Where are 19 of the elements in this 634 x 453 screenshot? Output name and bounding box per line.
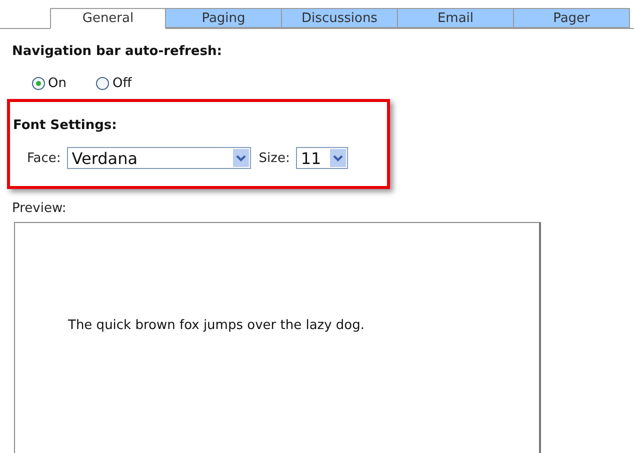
radio-icon[interactable] [32, 77, 45, 90]
tab[interactable]: General [50, 8, 166, 29]
face-dropdown[interactable]: Verdana [66, 147, 251, 169]
preview-label: Preview: [12, 201, 66, 216]
radio-option[interactable]: Off [96, 76, 132, 91]
tab[interactable]: Pager [514, 8, 630, 28]
radio-icon[interactable] [96, 77, 110, 90]
tab[interactable]: Discussions [282, 8, 398, 28]
preview-text: The quick brown fox jumps over the lazy dog. [68, 318, 365, 333]
field-label: Size: [258, 150, 290, 166]
section-heading: Navigation bar auto-refresh: [12, 44, 222, 59]
radio-option[interactable]: On [32, 76, 66, 91]
caret-icon [330, 149, 346, 167]
size-dropdown[interactable]: 11 [296, 147, 348, 169]
section-heading: Font Settings: [13, 118, 117, 133]
field-label: Face: [27, 150, 61, 166]
caret-icon [232, 149, 249, 167]
tab[interactable]: Paging [166, 8, 282, 28]
tab[interactable]: Email [398, 8, 514, 28]
